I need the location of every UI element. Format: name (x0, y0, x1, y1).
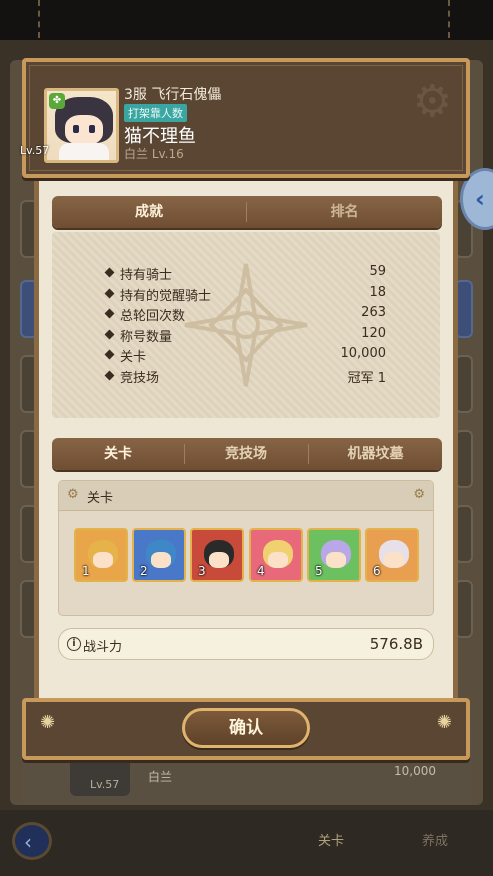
stat-label: 总轮回次数 (120, 309, 186, 324)
stat-value: 263 (361, 305, 386, 320)
hero-slot-number: 1 (82, 564, 90, 578)
gear-icon: ⚙ (413, 487, 425, 502)
hero-slot[interactable]: 4 (249, 528, 303, 582)
avatar-eye (89, 125, 95, 133)
hero-slot-number: 6 (373, 564, 381, 578)
diamond-bullet-icon (104, 267, 115, 278)
hero-face (384, 552, 404, 568)
profile-header: ⚙ ✤ (22, 58, 470, 178)
diamond-bullet-icon (104, 288, 115, 299)
stat-label: 竞技场 (120, 371, 160, 386)
hero-slot[interactable]: 6 (365, 528, 419, 582)
chevron-left-icon: ‹ (24, 830, 32, 854)
hero-face (209, 552, 229, 568)
hero-face (268, 552, 288, 568)
hero-slot-number: 2 (140, 564, 148, 578)
top-bar (0, 0, 493, 40)
avatar-face (65, 115, 103, 145)
tab-arena[interactable]: 竞技场 (185, 438, 307, 470)
mode-tabs: 关卡 竞技场 机器坟墓 (52, 438, 442, 470)
tab-ranking[interactable]: 排名 (247, 196, 442, 228)
stat-value: 冠军 1 (347, 371, 386, 386)
stat-row: 竞技场 冠军 1 (104, 367, 386, 386)
gear-icon: ✺ (436, 712, 452, 733)
gear-icon: ✺ (40, 712, 56, 733)
bg-name: 白兰 (148, 770, 173, 784)
avatar[interactable]: ✤ (44, 88, 119, 163)
hero-slot[interactable]: 3 (190, 528, 244, 582)
lineup-title: 关卡 (87, 491, 114, 506)
diamond-bullet-icon (104, 370, 115, 381)
stat-row: 总轮回次数 263 (104, 305, 386, 324)
hero-slot-number: 5 (315, 564, 323, 578)
stat-value: 18 (369, 285, 386, 300)
bottom-nav (0, 810, 493, 876)
chain-left (38, 0, 44, 38)
info-icon[interactable]: i (67, 637, 81, 651)
guild-info: 白兰 Lv.16 (124, 147, 184, 161)
chevron-left-icon: ‹ (475, 185, 485, 213)
hero-slot[interactable]: 1 (74, 528, 128, 582)
stat-row: 关卡 10,000 (104, 346, 387, 365)
stat-row: 持有的觉醒骑士 18 (104, 285, 386, 304)
diamond-bullet-icon (104, 349, 115, 360)
stat-row: 称号数量 120 (104, 326, 386, 345)
server-title: 3服 飞行石傀儡 (124, 87, 222, 103)
stat-label: 称号数量 (120, 330, 173, 345)
avatar-eye (73, 125, 79, 133)
hero-face (151, 552, 171, 568)
combat-power-value: 576.8B (369, 635, 423, 653)
hero-slot-number: 4 (257, 564, 265, 578)
lineup-header: ⚙ 关卡 ⚙ (59, 481, 433, 511)
stat-label: 关卡 (120, 350, 147, 365)
stat-value: 120 (361, 326, 386, 341)
nav-tab-stage[interactable]: 关卡 (318, 830, 344, 849)
hero-face (326, 552, 346, 568)
diamond-bullet-icon (104, 308, 115, 319)
hero-slot[interactable]: 5 (307, 528, 361, 582)
gear-icon: ⚙ (412, 76, 452, 127)
bg-value: 10,000 (394, 764, 436, 778)
stat-value: 59 (369, 264, 386, 279)
nav-tab-develop[interactable]: 养成 (422, 830, 448, 849)
hero-face (93, 552, 113, 568)
clover-icon: ✤ (49, 93, 65, 109)
stat-value: 10,000 (340, 346, 387, 361)
combat-power-label: 战斗力 (83, 640, 123, 655)
player-tag: 打架靠人数 (124, 104, 187, 122)
hero-slot[interactable]: 2 (132, 528, 186, 582)
tab-machine-tomb[interactable]: 机器坟墓 (309, 438, 442, 470)
info-tabs: 成就 排名 (52, 196, 442, 228)
avatar-body (59, 143, 109, 160)
back-button[interactable]: ‹ (12, 822, 52, 860)
hero-slot-number: 3 (198, 564, 206, 578)
tab-stage[interactable]: 关卡 (52, 438, 184, 470)
gear-icon: ⚙ (67, 487, 79, 502)
combat-power-bar: i 战斗力 576.8B (58, 628, 434, 660)
bg-level: Lv.57 (90, 778, 120, 791)
avatar-level: Lv.57 (20, 144, 50, 157)
stat-label: 持有骑士 (120, 268, 173, 283)
tab-achievement[interactable]: 成就 (52, 196, 246, 228)
stat-row: 持有骑士 59 (104, 264, 386, 283)
diamond-bullet-icon (104, 329, 115, 340)
chain-right (448, 0, 454, 38)
confirm-button[interactable]: 确认 (182, 708, 310, 748)
stat-label: 持有的觉醒骑士 (120, 289, 212, 304)
